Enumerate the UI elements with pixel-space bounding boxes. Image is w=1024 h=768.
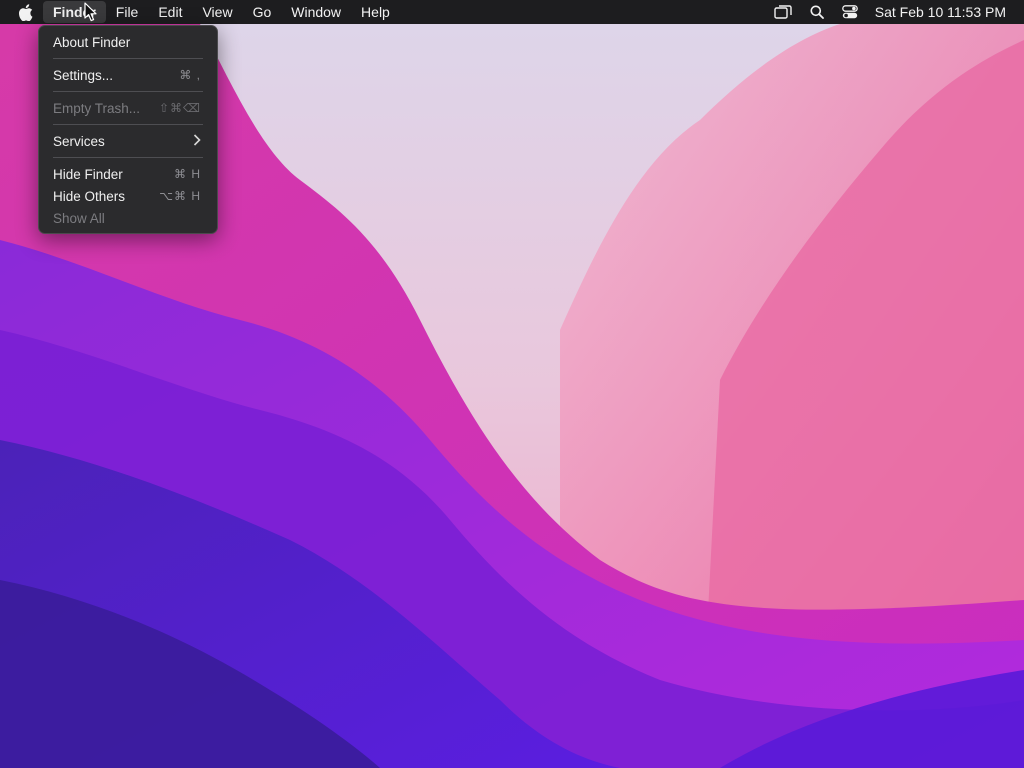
menu-item-services[interactable]: Services <box>39 130 217 152</box>
menu-item-label: Show All <box>53 210 105 226</box>
chevron-right-icon <box>193 133 201 149</box>
menu-item-shortcut: ⌘ , <box>179 68 201 82</box>
menu-separator <box>53 91 203 92</box>
menu-item-shortcut: ⌥⌘ H <box>159 189 201 203</box>
apple-menu-button[interactable] <box>0 0 43 24</box>
menu-separator <box>53 157 203 158</box>
menu-item-hide-others[interactable]: Hide Others ⌥⌘ H <box>39 185 217 207</box>
finder-menu-dropdown: About Finder Settings... ⌘ , Empty Trash… <box>38 25 218 234</box>
menu-view[interactable]: View <box>192 0 242 24</box>
screen-mirroring-icon[interactable] <box>765 0 801 24</box>
menubar-clock[interactable]: Sat Feb 10 11:53 PM <box>867 4 1006 20</box>
control-center-icon[interactable] <box>833 0 867 24</box>
menu-item-label: Hide Others <box>53 188 126 204</box>
menu-item-hide-finder[interactable]: Hide Finder ⌘ H <box>39 163 217 185</box>
menu-item-label: About Finder <box>53 34 131 50</box>
menu-window[interactable]: Window <box>281 0 351 24</box>
spotlight-search-icon[interactable] <box>801 0 833 24</box>
apple-logo-icon <box>18 3 33 21</box>
menu-file[interactable]: File <box>106 0 149 24</box>
menu-item-empty-trash: Empty Trash... ⇧⌘⌫ <box>39 97 217 119</box>
menu-separator <box>53 58 203 59</box>
mouse-cursor-icon <box>84 2 97 22</box>
menu-go[interactable]: Go <box>243 0 282 24</box>
menu-item-shortcut: ⇧⌘⌫ <box>158 101 201 115</box>
menu-item-label: Settings... <box>53 67 114 83</box>
menu-item-label: Hide Finder <box>53 166 123 182</box>
menu-item-settings[interactable]: Settings... ⌘ , <box>39 64 217 86</box>
menu-item-shortcut: ⌘ H <box>174 167 201 181</box>
menu-item-label: Services <box>53 133 105 149</box>
menu-help[interactable]: Help <box>351 0 400 24</box>
menu-separator <box>53 124 203 125</box>
menu-item-show-all: Show All <box>39 207 217 229</box>
menu-item-label: Empty Trash... <box>53 100 141 116</box>
menu-edit[interactable]: Edit <box>148 0 192 24</box>
menu-bar: Finder File Edit View Go Window Help Sat… <box>0 0 1024 24</box>
menu-item-about-finder[interactable]: About Finder <box>39 31 217 53</box>
